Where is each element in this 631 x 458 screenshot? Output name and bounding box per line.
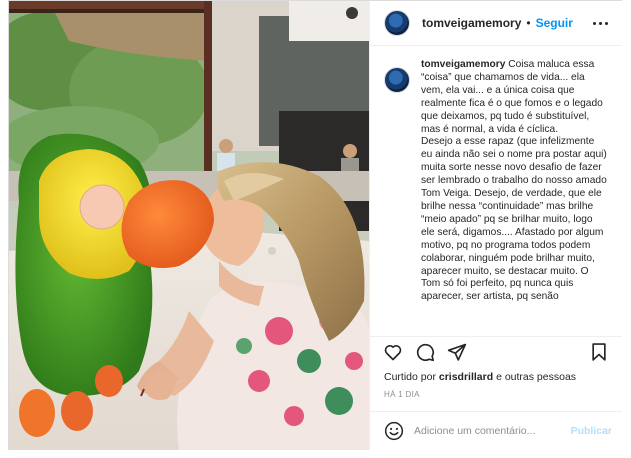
caption: tomveigamemory Coisa maluca essa “coisa”…: [384, 59, 608, 304]
share-icon[interactable]: [446, 341, 468, 363]
post-side-panel: tomveigamemory • Seguir tomveigamemory C…: [369, 1, 622, 450]
post-photo[interactable]: [9, 1, 369, 450]
post-header: tomveigamemory • Seguir: [370, 1, 622, 46]
post-timestamp[interactable]: HÁ 1 DIA: [384, 390, 420, 399]
emoji-icon[interactable]: [384, 421, 404, 441]
comment-bar: Publicar: [370, 411, 622, 450]
likes-prefix: Curtido por: [384, 371, 436, 383]
likes-summary[interactable]: Curtido por crisdrillard e outras pessoa…: [384, 371, 576, 383]
bookmark-icon[interactable]: [588, 341, 610, 363]
likes-user[interactable]: crisdrillard: [439, 371, 493, 383]
caption-paragraph-2: Desejo a esse rapaz (que infelizmente eu…: [421, 136, 607, 303]
caption-scroll-area[interactable]: tomveigamemory Coisa maluca essa “coisa”…: [370, 59, 622, 327]
author-avatar[interactable]: [384, 10, 410, 36]
post-actions: [370, 336, 622, 366]
caption-text: tomveigamemory Coisa maluca essa “coisa”…: [421, 59, 608, 304]
heart-icon[interactable]: [382, 341, 404, 363]
publish-button[interactable]: Publicar: [571, 425, 612, 437]
caption-paragraph-1: Coisa maluca essa “coisa” que chamamos d…: [421, 59, 603, 135]
comment-icon[interactable]: [414, 341, 436, 363]
post-image: [9, 1, 369, 450]
comment-input[interactable]: [414, 425, 571, 437]
likes-suffix[interactable]: e outras pessoas: [496, 371, 576, 383]
author-username[interactable]: tomveigamemory: [422, 16, 521, 30]
header-separator: •: [526, 16, 531, 30]
post-dialog: tomveigamemory • Seguir tomveigamemory C…: [8, 0, 622, 450]
caption-author-avatar[interactable]: [384, 67, 410, 93]
more-options-icon[interactable]: [590, 13, 610, 33]
follow-button[interactable]: Seguir: [536, 16, 573, 30]
caption-username[interactable]: tomveigamemory: [421, 59, 505, 70]
